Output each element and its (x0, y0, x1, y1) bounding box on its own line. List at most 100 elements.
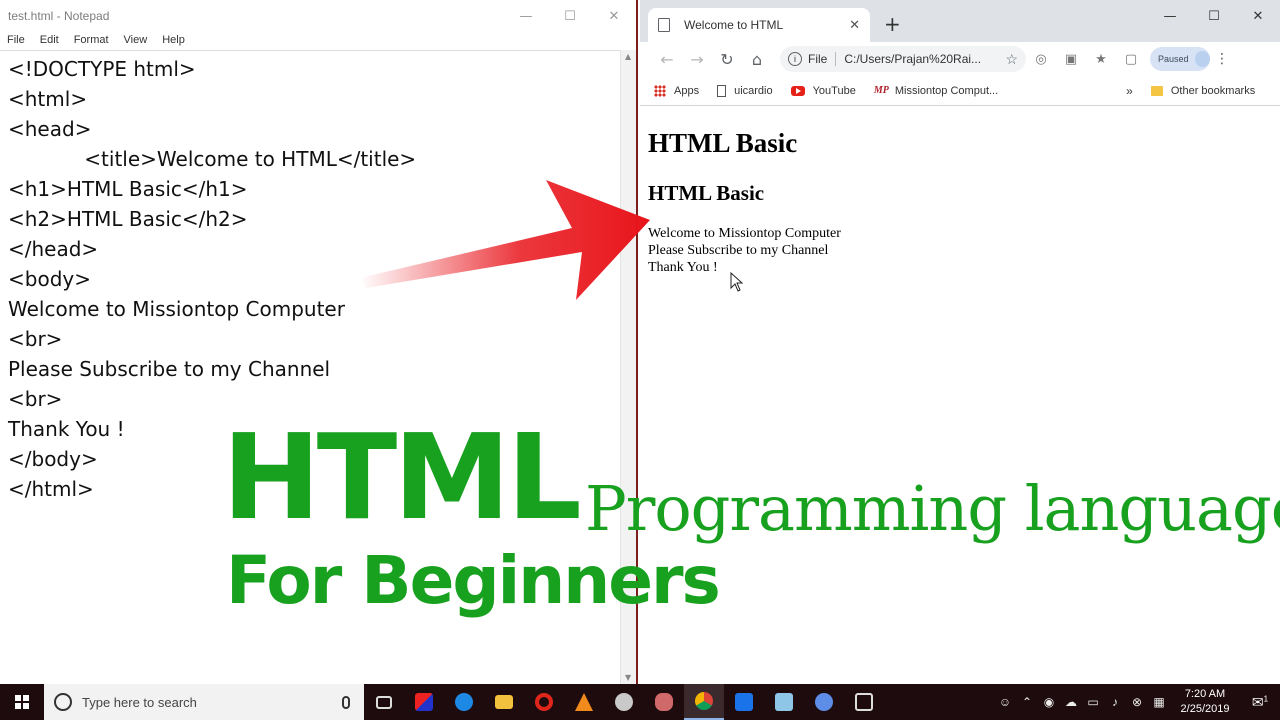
page-body-text: Welcome to Missiontop Computer Please Su… (648, 225, 841, 276)
notepad-menubar: File Edit Format View Help (0, 32, 636, 48)
desktop: test.html - Notepad — ☐ ✕ File Edit Form… (0, 0, 1280, 720)
code-line: <!DOCTYPE html> (8, 57, 196, 81)
back-icon[interactable]: ← (652, 50, 682, 69)
vlc-icon[interactable] (564, 684, 604, 720)
network-icon[interactable]: ⊗ (1126, 695, 1148, 709)
body-line: Please Subscribe to my Channel (648, 243, 829, 258)
profile-button[interactable]: Paused (1150, 47, 1210, 71)
translate-icon[interactable]: ▣ (1056, 52, 1086, 67)
opera-icon[interactable] (524, 684, 564, 720)
bookmark-label: Apps (674, 84, 700, 97)
bookmark-star-icon[interactable]: ☆ (1005, 51, 1018, 68)
bookmark-apps[interactable]: Apps (654, 84, 700, 97)
new-tab-icon[interactable]: + (884, 12, 901, 36)
info-icon[interactable]: i (788, 52, 802, 66)
battery-icon[interactable]: ▭ (1082, 695, 1104, 709)
scroll-down-icon[interactable]: ▼ (625, 673, 631, 682)
code-line: <head> (8, 117, 92, 141)
browser-tab[interactable]: Welcome to HTML ✕ (648, 8, 870, 42)
forward-icon[interactable]: → (682, 50, 712, 69)
bookmark-label: Missiontop Comput... (894, 84, 999, 97)
more-bookmarks-icon[interactable]: » (1126, 84, 1133, 98)
menu-help[interactable]: Help (162, 34, 185, 46)
edge-icon[interactable] (444, 684, 484, 720)
body-line: Welcome to Missiontop Computer (648, 226, 841, 241)
app-icon[interactable] (644, 684, 684, 720)
other-bookmarks[interactable]: Other bookmarks (1171, 85, 1255, 97)
notepad-app-icon[interactable] (764, 684, 804, 720)
youtube-icon (790, 85, 805, 96)
tray-app-icon[interactable]: ◉ (1038, 695, 1060, 709)
menu-edit[interactable]: Edit (40, 34, 59, 46)
reload-icon[interactable]: ↻ (712, 50, 742, 69)
extension-icon[interactable]: ▢ (1116, 52, 1146, 67)
volume-icon[interactable]: ♪ (1104, 695, 1126, 709)
people-icon[interactable]: ☺ (994, 695, 1016, 709)
maximize-icon[interactable]: ☐ (1192, 0, 1236, 32)
notepad-title: test.html - Notepad (8, 9, 110, 23)
clock[interactable]: 7:20 AM 2/25/2019 (1170, 687, 1240, 717)
input-method-icon[interactable]: ▦ (1148, 695, 1170, 709)
title-html: HTML (222, 408, 582, 546)
code-line: <html> (8, 87, 88, 111)
address-separator (835, 52, 837, 66)
code-line: Please Subscribe to my Channel (8, 357, 331, 381)
tab-close-icon[interactable]: ✕ (849, 17, 860, 33)
clock-date: 2/25/2019 (1180, 703, 1230, 715)
home-icon[interactable]: ⌂ (742, 50, 772, 69)
media-app-icon[interactable] (404, 684, 444, 720)
menu-file[interactable]: File (7, 34, 25, 46)
bookmark-label: YouTube (812, 84, 856, 97)
red-arrow-icon (360, 180, 650, 300)
bookmarks-bar: Apps uicardio YouTube MP Missiontop Comp… (640, 76, 1280, 106)
microphone-icon[interactable] (342, 695, 350, 709)
menu-view[interactable]: View (124, 34, 148, 46)
maximize-icon[interactable]: ☐ (548, 0, 592, 32)
address-bar[interactable]: i File C:/Users/Prajan%20Rai... ☆ (780, 46, 1026, 72)
system-tray: ☺ ⌃ ◉ ☁ ▭ ♪ ⊗ ▦ 7:20 AM 2/25/2019 ✉1 (994, 684, 1280, 720)
bookmark-uicardio[interactable]: uicardio (717, 84, 773, 97)
page-icon (717, 84, 727, 97)
scroll-up-icon[interactable]: ▲ (625, 52, 631, 61)
windows-logo-icon (15, 695, 29, 709)
browser-window: Welcome to HTML ✕ + — ☐ ✕ ← → ↻ ⌂ i File… (640, 0, 1280, 684)
onedrive-icon[interactable]: ☁ (1060, 695, 1082, 709)
taskbar-search[interactable]: Type here to search (44, 684, 364, 720)
title-programming-language: Programming language (585, 472, 1280, 545)
extension-icon[interactable]: ★ (1086, 52, 1116, 67)
bookmark-youtube[interactable]: YouTube (790, 84, 856, 97)
extension-icon[interactable]: ◎ (1026, 52, 1056, 67)
profile-label: Paused (1158, 54, 1189, 64)
bookmark-label: uicardio (734, 84, 773, 97)
notifications-icon[interactable]: ✉1 (1240, 694, 1280, 711)
bookmark-missiontop[interactable]: MP Missiontop Comput... (874, 85, 998, 97)
menu-kebab-icon[interactable]: ⋮ (1210, 51, 1234, 67)
chevron-up-icon[interactable]: ⌃ (1016, 695, 1038, 709)
clock-time: 7:20 AM (1184, 688, 1226, 700)
avatar (1194, 51, 1210, 67)
sync-app-icon[interactable] (724, 684, 764, 720)
tab-title: Welcome to HTML (684, 18, 784, 32)
missiontop-logo-icon: MP (873, 85, 889, 96)
start-button[interactable] (0, 684, 44, 720)
task-view-icon[interactable] (364, 684, 404, 720)
chromium-icon[interactable] (804, 684, 844, 720)
cortana-icon (54, 693, 72, 711)
minimize-icon[interactable]: — (1148, 0, 1192, 32)
title-for-beginners: For Beginners (226, 542, 721, 619)
close-icon[interactable]: ✕ (592, 0, 636, 32)
taskbar: Type here to search ☺ ⌃ ◉ ☁ ▭ ♪ ⊗ ▦ 7:20… (0, 684, 1280, 720)
notepad-titlebar[interactable]: test.html - Notepad — ☐ ✕ (0, 0, 636, 32)
paint-icon[interactable] (604, 684, 644, 720)
close-icon[interactable]: ✕ (1236, 0, 1280, 32)
screen-recorder-icon[interactable] (844, 684, 884, 720)
browser-tabstrip: Welcome to HTML ✕ + — ☐ ✕ (640, 0, 1280, 42)
minimize-icon[interactable]: — (504, 0, 548, 32)
menu-format[interactable]: Format (74, 34, 109, 46)
chrome-icon[interactable] (684, 684, 724, 720)
notification-count: 1 (1263, 693, 1269, 703)
address-url: C:/Users/Prajan%20Rai... (844, 52, 982, 66)
browser-window-controls: — ☐ ✕ (1148, 0, 1280, 32)
folder-icon (1150, 85, 1163, 96)
file-explorer-icon[interactable] (484, 684, 524, 720)
